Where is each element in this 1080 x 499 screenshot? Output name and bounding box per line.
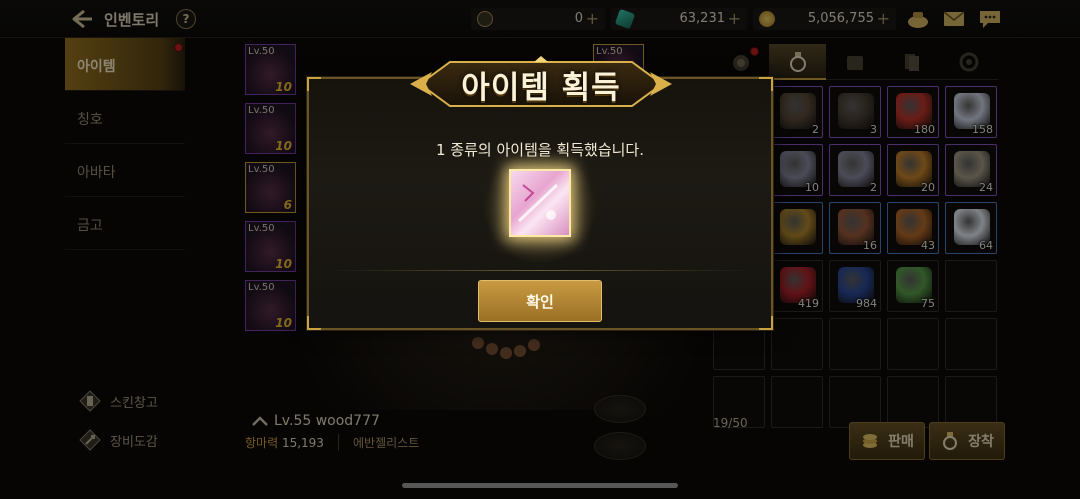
frame-corner bbox=[307, 77, 321, 91]
frame-corner bbox=[759, 77, 773, 91]
confirm-button[interactable]: 확인 bbox=[478, 280, 602, 322]
dialog-divider bbox=[327, 270, 753, 271]
dialog-title: 아이템 획득 bbox=[461, 70, 621, 106]
reward-item[interactable] bbox=[509, 169, 571, 237]
scroll-item-icon bbox=[517, 183, 559, 223]
frame-corner bbox=[307, 316, 321, 330]
frame-corner bbox=[759, 316, 773, 330]
